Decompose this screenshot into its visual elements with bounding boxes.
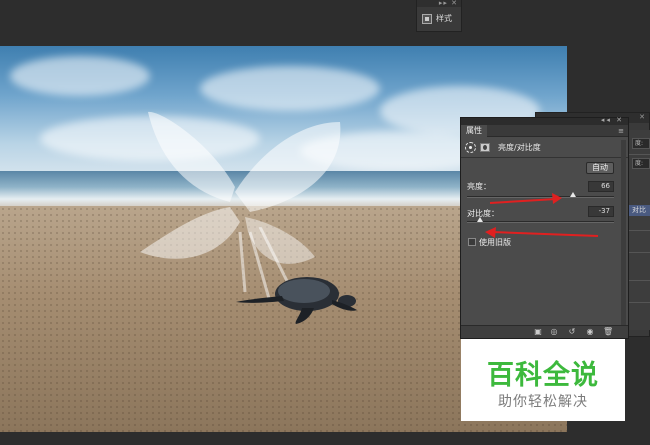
adjustment-header: 亮度/对比度	[465, 140, 541, 154]
tab-properties[interactable]: 属性	[461, 125, 487, 137]
background-panel-strip: 度: 度: 对比	[628, 130, 650, 330]
delete-icon[interactable]: 🗑	[603, 328, 613, 336]
panel-window-controls[interactable]: ◂◂ ✕	[601, 116, 624, 124]
watermark-title: 百科全说	[487, 360, 599, 391]
divider	[629, 280, 650, 281]
watermark-subtitle: 助你轻松解决	[498, 394, 588, 410]
contrast-slider-track[interactable]	[467, 217, 614, 223]
brightness-slider-thumb[interactable]	[569, 192, 576, 197]
contrast-slider-thumb[interactable]	[476, 217, 483, 222]
background-field[interactable]: 度:	[632, 158, 650, 169]
use-legacy-checkbox[interactable]	[468, 238, 476, 246]
panel-menu-icon[interactable]: ≡	[618, 127, 624, 135]
panel-bottom-toolbar: ▣ ◎ ↺ ◉ 🗑	[461, 325, 628, 338]
watermark-logo: 百科全说 助你轻松解决	[461, 339, 625, 421]
use-legacy-label: 使用旧版	[479, 238, 511, 247]
properties-panel[interactable]: ◂◂ ✕ 属性 ≡ 亮度/对比度 自动 亮度： 66 对比度： -37 使用旧版…	[460, 116, 629, 339]
divider	[629, 302, 650, 303]
contrast-label: 对比度：	[467, 209, 499, 218]
reset-icon[interactable]: ↺	[567, 328, 577, 336]
brightness-slider-track[interactable]	[467, 192, 614, 198]
turtle	[236, 277, 357, 324]
brightness-label: 亮度：	[467, 182, 491, 191]
brightness-contrast-icon	[465, 141, 476, 153]
clip-to-layer-icon[interactable]: ▣	[533, 328, 543, 336]
styles-label: 样式	[436, 14, 452, 23]
divider	[629, 230, 650, 231]
brightness-value-field[interactable]: 66	[588, 181, 614, 192]
background-highlight[interactable]: 对比	[629, 205, 650, 216]
visibility-icon[interactable]: ◉	[585, 328, 595, 336]
contrast-value-field[interactable]: -37	[588, 206, 614, 217]
divider	[629, 154, 650, 155]
panel-scrollbar[interactable]	[621, 140, 626, 325]
panel-controls[interactable]: ▸▸ ✕	[439, 0, 458, 7]
panel-grip[interactable]: ▸▸ ✕	[417, 0, 461, 7]
styles-mini-panel[interactable]: ▸▸ ✕ 样式	[416, 0, 462, 32]
view-previous-icon[interactable]: ◎	[549, 328, 559, 336]
background-field[interactable]: 度:	[632, 138, 650, 149]
close-icon[interactable]: ✕	[639, 113, 645, 121]
layer-mask-icon[interactable]	[480, 142, 490, 152]
divider	[629, 252, 650, 253]
styles-button[interactable]: 样式	[422, 13, 452, 24]
adjustment-title: 亮度/对比度	[498, 142, 541, 152]
divider	[461, 157, 628, 158]
panel-titlebar[interactable]: ◂◂ ✕	[461, 116, 628, 125]
auto-button[interactable]: 自动	[586, 162, 614, 174]
panel-tab-row: 属性 ≡	[461, 125, 628, 137]
styles-icon	[422, 13, 432, 24]
